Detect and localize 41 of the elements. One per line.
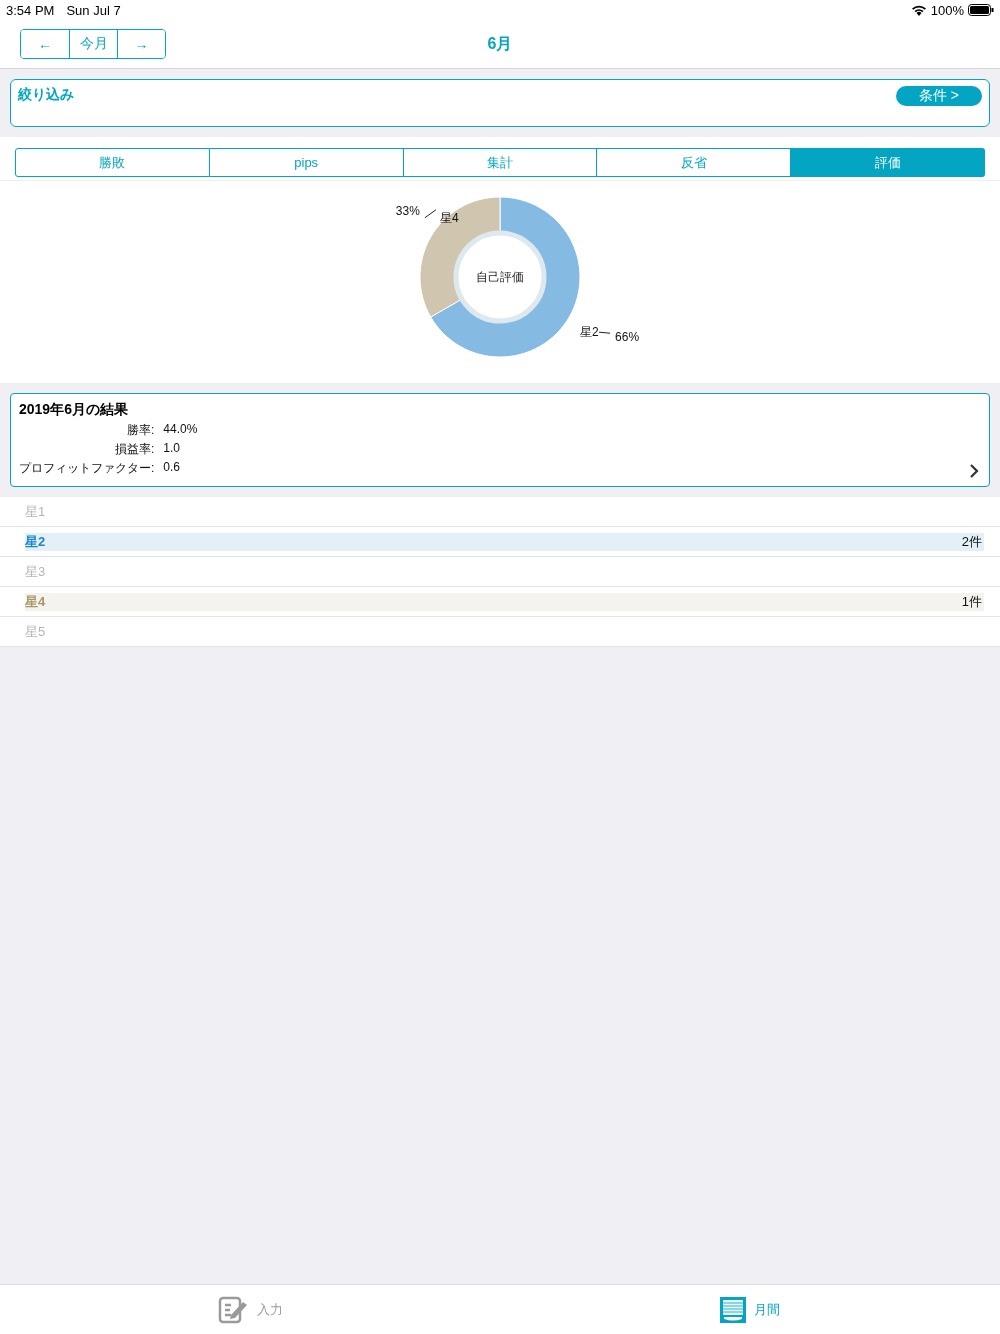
stat-value: 1.0 bbox=[163, 441, 182, 457]
battery-icon bbox=[968, 4, 994, 16]
wifi-icon bbox=[910, 4, 927, 16]
rating-label: 星4 bbox=[25, 592, 46, 611]
tab[interactable]: 集計 bbox=[403, 148, 598, 177]
nav-title: 6月 bbox=[487, 34, 513, 52]
tab[interactable]: pips bbox=[209, 148, 404, 177]
rating-label: 星3 bbox=[25, 562, 46, 581]
rating-count: 2件 bbox=[961, 532, 983, 551]
tab[interactable]: 勝敗 bbox=[15, 148, 210, 177]
nav-button[interactable]: → bbox=[117, 30, 165, 58]
tab[interactable]: 反省 bbox=[597, 148, 792, 177]
conditions-button[interactable]: 条件 > bbox=[896, 86, 982, 106]
stat-value: 44.0% bbox=[163, 422, 198, 438]
summary-card[interactable]: 2019年6月の結果 勝率: 44.0% 損益率: 1.0 プロフィットファクター: 0.6 bbox=[10, 393, 990, 487]
tab[interactable]: 評価 bbox=[791, 148, 985, 177]
rating-count: 1件 bbox=[961, 592, 983, 611]
chevron-right-icon bbox=[969, 464, 979, 478]
center-label: 自己評価 bbox=[476, 270, 524, 284]
status-time: 3:54 PM bbox=[6, 2, 55, 18]
rating-label: 星5 bbox=[25, 622, 46, 641]
stat-value: 0.6 bbox=[163, 460, 182, 476]
rating-label: 星2 bbox=[25, 532, 46, 551]
tab-bar-item[interactable]: 月間 bbox=[500, 1285, 1000, 1334]
tab-bar-item[interactable]: 入力 bbox=[0, 1285, 500, 1334]
leader-line bbox=[424, 209, 437, 219]
calendar-list-icon bbox=[720, 1296, 746, 1323]
notepad-pencil-icon bbox=[217, 1294, 249, 1325]
summary-title: 2019年6月の結果 bbox=[19, 401, 129, 419]
leader-line bbox=[598, 331, 611, 334]
stat-label: 損益率: bbox=[114, 441, 155, 458]
percent-label: 66% bbox=[615, 330, 640, 345]
filter-label: 絞り込み bbox=[18, 86, 74, 104]
percent-label: 33% bbox=[395, 203, 420, 218]
rating-label: 星1 bbox=[25, 502, 46, 521]
status-date: Sun Jul 7 bbox=[66, 2, 121, 18]
stat-label: プロフィットファクター: bbox=[19, 460, 155, 477]
stat-label: 勝率: bbox=[126, 422, 155, 439]
battery-percent: 100% bbox=[930, 2, 964, 18]
slice-label: 星4 bbox=[439, 210, 459, 225]
slice-label: 星2 bbox=[580, 325, 599, 340]
